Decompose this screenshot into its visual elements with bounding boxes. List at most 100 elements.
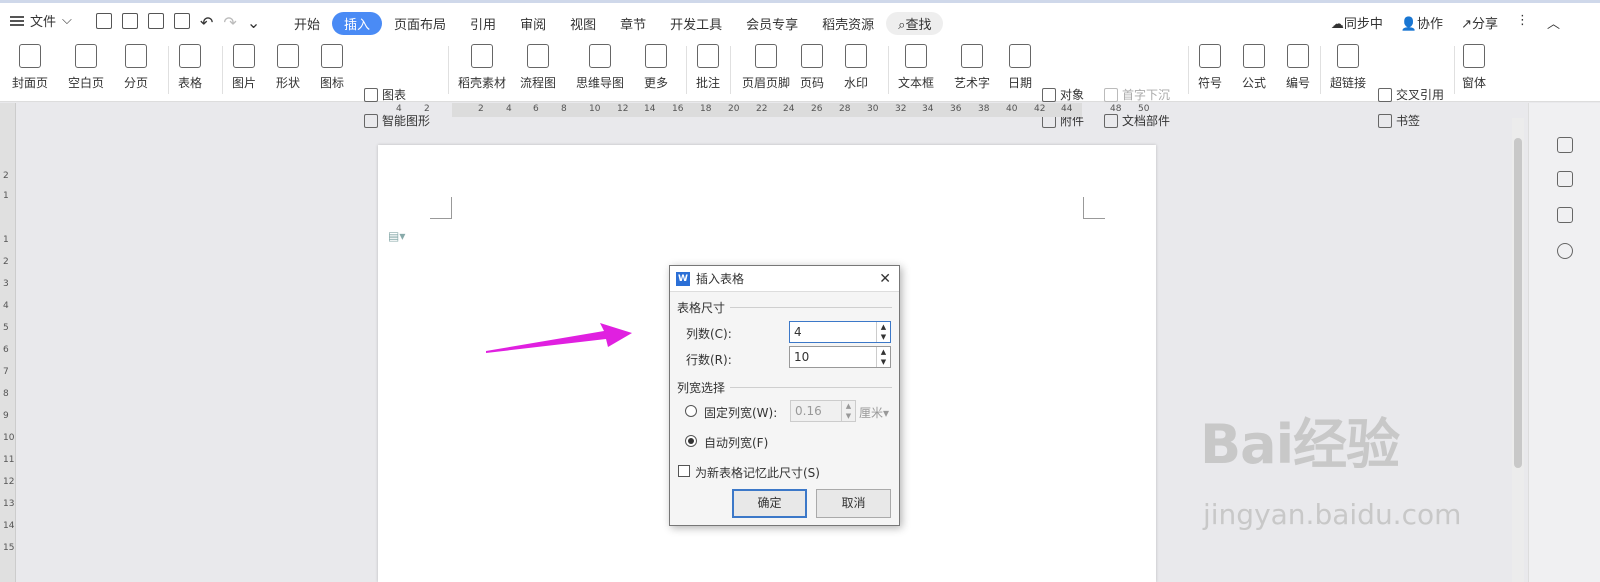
daoke-button[interactable]: 稻壳素材 [458,44,506,91]
mindmap-button[interactable]: 思维导图 [576,44,624,91]
paragraph-icon[interactable]: ▤▾ [388,229,405,243]
header-footer-icon [755,44,777,68]
format-painter-icon[interactable] [122,13,138,29]
close-icon[interactable]: ✕ [879,271,891,287]
spin-down-icon[interactable]: ▼ [842,411,855,421]
sync-button[interactable]: ☁同步中 [1331,13,1383,32]
spin-up-icon[interactable]: ▲ [842,401,855,411]
cols-stepper[interactable]: 4 ▲ ▼ [789,321,891,343]
spin-down-icon[interactable]: ▼ [877,332,890,342]
numbering-button[interactable]: 编号 [1286,44,1310,91]
remember-label: 为新表格记忆此尺寸(S) [695,466,820,480]
dialog-title: 插入表格 [696,272,745,286]
spin-up-icon[interactable]: ▲ [877,347,890,357]
form-icon [1463,44,1485,68]
fixed-width-stepper[interactable]: 0.16 ▲ ▼ [790,400,856,422]
ruler-tick: 10 [3,433,15,443]
menu-right: ☁同步中 👤协作 ↗分享 ⋮ ︿ [1331,13,1560,32]
comment-button[interactable]: 批注 [696,44,720,91]
page-break-button[interactable]: 分页 [124,44,148,91]
rows-stepper[interactable]: 10 ▲ ▼ [789,346,891,368]
hamburger-icon [10,15,24,26]
undo-icon[interactable]: ↶ [200,13,213,32]
chart-button[interactable]: 图表 [364,86,406,103]
unit-select[interactable]: 厘米▾ [859,404,889,421]
fixed-width-radio[interactable] [685,405,697,417]
more-button[interactable]: 更多 [644,44,668,91]
auto-width-radio[interactable] [685,435,697,447]
dropcap-icon [1104,87,1118,102]
more-icon[interactable]: ⋮ [1516,13,1529,32]
shape-button[interactable]: 形状 [276,44,300,91]
ruler-tick: 4 [396,104,402,114]
window-label: 窗体 [1462,76,1487,90]
help-icon[interactable] [1557,243,1573,259]
search-box[interactable]: ⌕查找 [886,12,944,35]
cursor-icon[interactable] [1557,171,1573,187]
picture-button[interactable]: 图片 [232,44,256,91]
save-icon[interactable] [96,13,112,29]
ribbon-tabs: 开始 插入 页面布局 引用 审阅 视图 章节 开发工具 会员专享 稻壳资源 ⌕查… [282,12,944,35]
hyperlink-button[interactable]: 超链接 [1330,44,1366,91]
date-button[interactable]: 日期 [1008,44,1032,91]
scroll-thumb[interactable] [1514,138,1522,468]
crossref-button[interactable]: 交叉引用 [1378,86,1444,103]
tab-view[interactable]: 视图 [558,12,608,35]
tab-page-layout[interactable]: 页面布局 [382,12,458,35]
ruler-tick: 50 [1138,104,1150,114]
remember-checkbox[interactable] [678,465,690,477]
customize-icon[interactable]: ⌄ [247,13,260,32]
wps-logo-icon: W [676,271,690,286]
divider [168,46,169,94]
tab-developer[interactable]: 开发工具 [658,12,734,35]
page-break-icon [125,44,147,68]
icon-library-button[interactable]: 图标 [320,44,344,91]
page-number-button[interactable]: 页码 [800,44,824,91]
picture-label: 图片 [232,76,257,90]
width-group-label: 列宽选择 [677,381,726,395]
formula-button[interactable]: 公式 [1242,44,1266,91]
textbox-button[interactable]: 文本框 [898,44,934,91]
ruler-tick: 16 [672,104,684,114]
chart-label: 图表 [382,88,407,102]
header-footer-button[interactable]: 页眉页脚 [742,44,790,91]
bookmark-button[interactable]: 书签 [1378,112,1420,129]
ok-button[interactable]: 确定 [732,489,807,518]
tab-daoke[interactable]: 稻壳资源 [810,12,886,35]
file-menu[interactable]: 文件 ⌵ [10,11,72,30]
print-icon[interactable] [148,13,164,29]
share-button[interactable]: ↗分享 [1461,13,1498,32]
tab-home[interactable]: 开始 [282,12,332,35]
tab-chapter[interactable]: 章节 [608,12,658,35]
ruler-tick: 10 [589,104,601,114]
ruler-tick: 24 [783,104,795,114]
redo-icon[interactable]: ↷ [223,13,236,32]
tab-member[interactable]: 会员专享 [734,12,810,35]
settings-icon[interactable] [1557,207,1573,223]
table-button[interactable]: 表格 [178,44,202,91]
ruler-tick: 3 [3,279,9,289]
object-button[interactable]: 对象 [1042,86,1084,103]
tab-references[interactable]: 引用 [458,12,508,35]
watermark-icon [845,44,867,68]
spin-up-icon[interactable]: ▲ [877,322,890,332]
flowchart-button[interactable]: 流程图 [520,44,556,91]
dropcap-button[interactable]: 首字下沉 [1104,86,1170,103]
collapse-icon[interactable]: ︿ [1547,13,1560,32]
numbering-icon [1287,44,1309,68]
tab-insert[interactable]: 插入 [332,12,383,35]
blank-page-button[interactable]: 空白页 [68,44,104,91]
wordart-button[interactable]: 艺术字 [954,44,990,91]
vertical-scrollbar[interactable] [1512,118,1524,582]
cancel-button[interactable]: 取消 [816,489,891,518]
tab-review[interactable]: 审阅 [508,12,558,35]
collab-button[interactable]: 👤协作 [1401,13,1443,32]
symbol-button[interactable]: 符号 [1198,44,1222,91]
watermark-button[interactable]: 水印 [844,44,868,91]
window-button[interactable]: 窗体 [1462,44,1486,91]
pen-icon[interactable] [1557,137,1573,153]
ruler-tick: 2 [478,104,484,114]
spin-down-icon[interactable]: ▼ [877,357,890,367]
print-preview-icon[interactable] [174,13,190,29]
cover-page-button[interactable]: 封面页 [12,44,48,91]
